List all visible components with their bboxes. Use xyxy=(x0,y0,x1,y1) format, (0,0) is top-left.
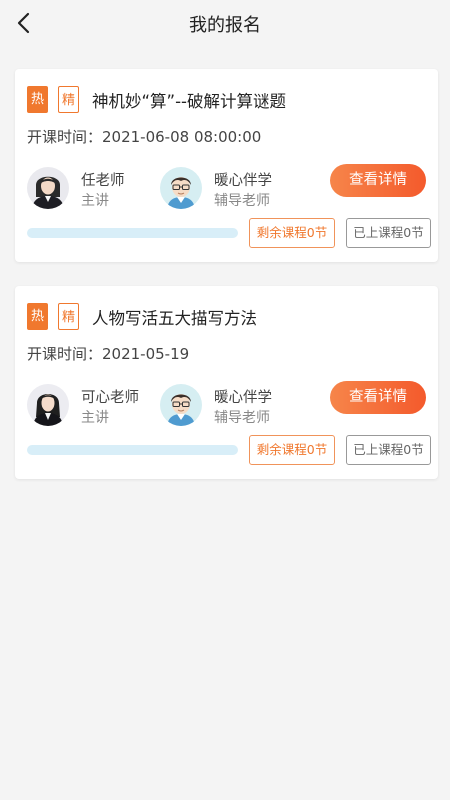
view-details-button[interactable]: 查看详情 xyxy=(330,164,426,197)
hot-tag: 热 xyxy=(27,303,48,330)
course-progress-bar xyxy=(27,445,238,455)
course-title: 人物写活五大描写方法 xyxy=(92,309,257,328)
female-teacher-avatar-icon xyxy=(27,384,69,426)
course-card[interactable]: 热 精 神机妙“算”--破解计算谜题 开课时间：2021-06-08 08:00… xyxy=(15,69,438,262)
remaining-lessons-badge: 剩余课程0节 xyxy=(249,218,335,248)
tutor-name: 暖心伴学 xyxy=(214,390,272,406)
course-start-time: 开课时间：2021-05-19 xyxy=(27,345,190,363)
teacher-role: 主讲 xyxy=(81,410,109,426)
nav-bar: 我的报名 xyxy=(0,0,450,46)
view-details-button[interactable]: 查看详情 xyxy=(330,381,426,414)
page-title: 我的报名 xyxy=(189,15,261,36)
tutor-role: 辅导老师 xyxy=(214,193,270,209)
course-card[interactable]: 热 精 人物写活五大描写方法 开课时间：2021-05-19 可心老师 主讲 暖… xyxy=(15,286,438,479)
remaining-lessons-badge: 剩余课程0节 xyxy=(249,435,335,465)
hot-tag: 热 xyxy=(27,86,48,113)
tutor-name: 暖心伴学 xyxy=(214,173,272,189)
featured-tag: 精 xyxy=(58,86,79,113)
teacher-name: 可心老师 xyxy=(81,390,139,406)
teacher-role: 主讲 xyxy=(81,193,109,209)
course-start-time: 开课时间：2021-06-08 08:00:00 xyxy=(27,128,262,146)
tutor-role: 辅导老师 xyxy=(214,410,270,426)
male-cartoon-avatar-icon xyxy=(160,167,202,209)
female-teacher-avatar-icon xyxy=(27,167,69,209)
attended-lessons-badge: 已上课程0节 xyxy=(346,218,431,248)
attended-lessons-badge: 已上课程0节 xyxy=(346,435,431,465)
course-title: 神机妙“算”--破解计算谜题 xyxy=(92,92,287,111)
featured-tag: 精 xyxy=(58,303,79,330)
course-progress-bar xyxy=(27,228,238,238)
teacher-name: 任老师 xyxy=(81,173,125,189)
male-cartoon-avatar-icon xyxy=(160,384,202,426)
